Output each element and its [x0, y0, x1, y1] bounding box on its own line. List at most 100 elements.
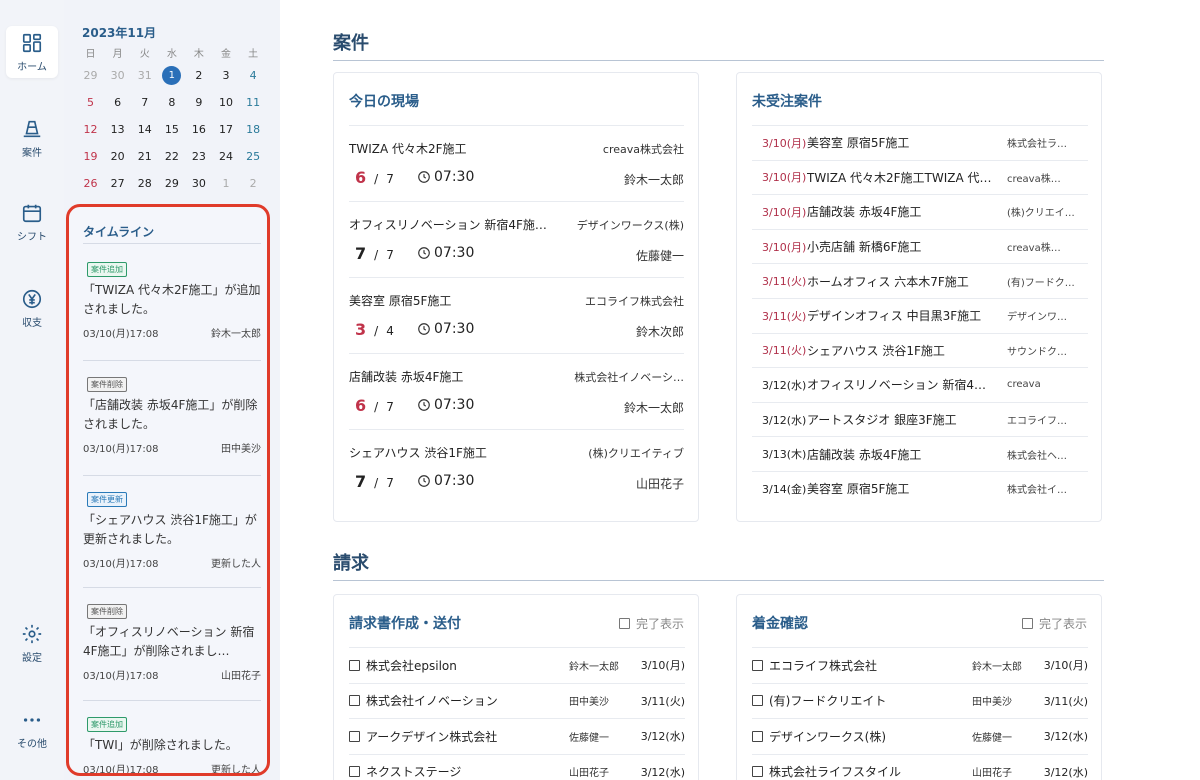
- site-row[interactable]: シェアハウス 渋谷1F施工 (株)クリエイティブ 7 / 7 07:30 山田花子: [349, 429, 684, 505]
- calendar-day[interactable]: 14: [131, 123, 158, 136]
- calendar-day[interactable]: 11: [240, 96, 267, 109]
- pending-name: 美容室 原宿5F施工: [807, 136, 910, 151]
- timeline-user: 更新した人: [211, 765, 261, 776]
- calendar-day[interactable]: 20: [104, 150, 131, 163]
- calendar-day[interactable]: 15: [158, 123, 185, 136]
- pending-row[interactable]: 3/11(火) デザインオフィス 中目黒3F施工 デザインワ…: [752, 298, 1088, 333]
- nav-item-home[interactable]: ホーム: [6, 26, 58, 78]
- calendar-day[interactable]: 29: [77, 69, 104, 82]
- checkbox[interactable]: [349, 659, 360, 671]
- checkbox[interactable]: [349, 730, 360, 742]
- billing-row[interactable]: (有)フードクリエイト 田中美沙 3/11(火): [752, 682, 1088, 719]
- pending-row[interactable]: 3/13(木) 店舗改装 赤坂4F施工 株式会社ヘ…: [752, 436, 1088, 471]
- calendar-day[interactable]: 27: [104, 177, 131, 190]
- checkbox[interactable]: [349, 766, 360, 778]
- billing-date: 3/11(火): [640, 694, 685, 708]
- calendar-day[interactable]: 22: [158, 150, 185, 163]
- calendar-week-row: 19 20 21 22 23 24 25: [77, 143, 267, 170]
- billing-row[interactable]: 株式会社epsilon 鈴木一太郎 3/10(月): [349, 647, 685, 683]
- checkbox[interactable]: [752, 695, 763, 707]
- calendar-day[interactable]: 4: [240, 69, 267, 82]
- nav-item-finance[interactable]: 収支: [6, 282, 58, 334]
- billing-row[interactable]: エコライフ株式会社 鈴木一太郎 3/10(月): [752, 647, 1088, 683]
- billing-row[interactable]: デザインワークス(株) 佐藤健一 3/12(水): [752, 718, 1088, 754]
- pending-row[interactable]: 3/11(火) ホームオフィス 六本木7F施工 (有)フードク…: [752, 263, 1088, 298]
- nav-item-projects[interactable]: 案件: [6, 112, 58, 164]
- timeline-item[interactable]: 案件追加 「TWIZA 代々木2F施工」が追加されました。 03/10(月)17:0…: [83, 257, 261, 340]
- calendar-day[interactable]: 12: [77, 123, 104, 136]
- pending-row[interactable]: 3/10(月) TWIZA 代々木2F施工TWIZA 代… creava株…: [752, 159, 1088, 195]
- site-row[interactable]: 美容室 原宿5F施工 エコライフ株式会社 3 / 4 07:30 鈴木次郎: [349, 277, 684, 353]
- timeline-item[interactable]: 案件追加 「TWI」が削除されました。 03/10(月)17:08 更新した人: [83, 712, 261, 776]
- calendar-day[interactable]: 26: [77, 177, 104, 190]
- calendar-day[interactable]: 19: [77, 150, 104, 163]
- staff-count-separator: /: [374, 172, 379, 186]
- calendar-day[interactable]: 6: [104, 96, 131, 109]
- calendar-day[interactable]: 13: [104, 123, 131, 136]
- start-time-value: 07:30: [434, 245, 475, 261]
- billing-row[interactable]: 株式会社ライフスタイル 山田花子 3/12(水): [752, 753, 1088, 780]
- show-completed-toggle[interactable]: 完了表示: [618, 615, 684, 632]
- calendar-day[interactable]: 24: [212, 150, 239, 163]
- nav-item-label: 収支: [22, 317, 42, 329]
- calendar-day[interactable]: 8: [158, 96, 185, 109]
- nav-item-shift[interactable]: シフト: [6, 196, 58, 248]
- card-title: 請求書作成・送付: [349, 616, 461, 632]
- checkbox[interactable]: [618, 618, 630, 629]
- site-manager: 鈴木次郎: [635, 325, 684, 339]
- timeline-title: タイムライン: [83, 225, 155, 239]
- calendar-day[interactable]: 30: [104, 69, 131, 82]
- timeline-badge: 案件削除: [87, 377, 127, 392]
- calendar-day[interactable]: 3: [212, 69, 239, 82]
- calendar-day[interactable]: 23: [185, 150, 212, 163]
- checkbox[interactable]: [349, 695, 360, 707]
- pending-row[interactable]: 3/10(月) 美容室 原宿5F施工 株式会社ラ…: [752, 125, 1088, 160]
- timeline-item[interactable]: 案件更新 「シェアハウス 渋谷1F施工」が更新されました。 03/10(月)17:0…: [83, 487, 261, 570]
- staff-count-total: 7: [386, 248, 394, 262]
- calendar-day[interactable]: 7: [131, 96, 158, 109]
- timeline-item[interactable]: 案件削除 「オフィスリノベーション 新宿4F施工」が削除されまし… 03/10(月)…: [83, 599, 261, 682]
- nav-item-more[interactable]: その他: [6, 703, 58, 755]
- billing-row[interactable]: ネクストステージ 山田花子 3/12(水): [349, 753, 685, 780]
- pending-row[interactable]: 3/12(水) オフィスリノベーション 新宿4… creava: [752, 367, 1088, 402]
- pending-row[interactable]: 3/10(月) 小売店舗 新橋6F施工 creava株…: [752, 228, 1088, 264]
- site-row[interactable]: TWIZA 代々木2F施工 creava株式会社 6 / 7 07:30 鈴木一太郎: [349, 125, 684, 201]
- calendar-day[interactable]: 16: [185, 123, 212, 136]
- calendar-day-today[interactable]: 1: [158, 66, 185, 85]
- calendar-day[interactable]: 29: [158, 177, 185, 190]
- show-completed-toggle[interactable]: 完了表示: [1021, 615, 1087, 632]
- billing-row[interactable]: 株式会社イノベーション 田中美沙 3/11(火): [349, 682, 685, 719]
- calendar-day[interactable]: 10: [212, 96, 239, 109]
- calendar-day[interactable]: 2: [185, 69, 212, 82]
- calendar-day[interactable]: 9: [185, 96, 212, 109]
- checkbox[interactable]: [752, 766, 763, 778]
- calendar-day[interactable]: 5: [77, 96, 104, 109]
- site-row[interactable]: 店舗改装 赤坂4F施工 株式会社イノベーシ… 6 / 7 07:30 鈴木一太郎: [349, 353, 684, 429]
- pending-row[interactable]: 3/14(金) 美容室 原宿5F施工 株式会社イ…: [752, 471, 1088, 506]
- calendar-day[interactable]: 2: [240, 177, 267, 190]
- calendar-day[interactable]: 31: [131, 69, 158, 82]
- calendar-day[interactable]: 30: [185, 177, 212, 190]
- pending-row[interactable]: 3/10(月) 店舗改装 赤坂4F施工 (株)クリエイ…: [752, 194, 1088, 229]
- pending-row[interactable]: 3/12(水) アートスタジオ 銀座3F施工 エコライフ…: [752, 401, 1088, 437]
- billing-row[interactable]: アークデザイン株式会社 佐藤健一 3/12(水): [349, 718, 685, 754]
- timeline-item[interactable]: 案件削除 「店舗改装 赤坂4F施工」が削除されました。 03/10(月)17:08 田…: [83, 372, 261, 455]
- calendar-day[interactable]: 25: [240, 150, 267, 163]
- checkbox[interactable]: [752, 730, 763, 742]
- calendar-day[interactable]: 1: [212, 177, 239, 190]
- calendar-day[interactable]: 18: [240, 123, 267, 136]
- checkbox[interactable]: [752, 659, 763, 671]
- nav-item-settings[interactable]: 設定: [6, 617, 58, 669]
- timeline-badge: 案件削除: [87, 604, 127, 619]
- calendar-day[interactable]: 28: [131, 177, 158, 190]
- calendar-day[interactable]: 17: [212, 123, 239, 136]
- checkbox[interactable]: [1021, 618, 1033, 629]
- staff-count-total: 7: [386, 172, 394, 186]
- site-client: エコライフ株式会社: [585, 295, 684, 308]
- billing-company: エコライフ株式会社: [752, 657, 972, 674]
- divider: [83, 700, 261, 701]
- pending-row[interactable]: 3/11(火) シェアハウス 渋谷1F施工 サウンドク…: [752, 332, 1088, 368]
- billing-person: 田中美沙: [972, 697, 1012, 709]
- site-row[interactable]: オフィスリノベーション 新宿4F施… デザインワークス(株) 7 / 7 07:30 佐藤健…: [349, 201, 684, 277]
- calendar-day[interactable]: 21: [131, 150, 158, 163]
